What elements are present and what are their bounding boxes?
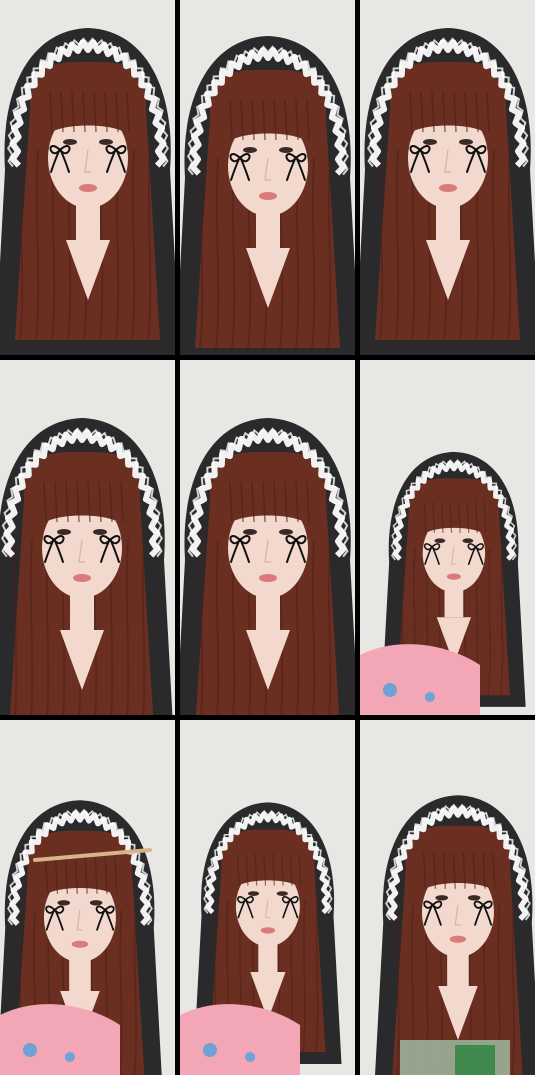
person — [180, 418, 355, 715]
neck — [256, 590, 280, 630]
neck — [69, 955, 91, 991]
neck — [70, 590, 94, 630]
left-eye — [57, 529, 71, 535]
right-eye — [89, 900, 103, 906]
left-eye — [435, 895, 449, 901]
person — [0, 28, 175, 355]
lips — [259, 192, 277, 200]
neck — [76, 200, 100, 240]
right-eye — [276, 891, 288, 896]
left-eye — [423, 139, 437, 145]
lips — [259, 574, 277, 582]
lips — [79, 184, 97, 192]
left-eye — [63, 139, 77, 145]
left-eye — [243, 147, 257, 153]
lips — [446, 573, 461, 580]
right-eye — [459, 139, 473, 145]
left-eye — [243, 529, 257, 535]
neck — [436, 200, 460, 240]
photo-frame-6 — [360, 360, 535, 715]
photo-frame-3 — [360, 0, 535, 355]
photo-frame-2 — [180, 0, 355, 355]
person — [180, 36, 355, 355]
photo-frame-5 — [180, 360, 355, 715]
photo-frame-1 — [0, 0, 175, 355]
photo-collage-grid — [0, 0, 535, 1075]
neck — [258, 940, 278, 972]
lips — [71, 940, 89, 948]
left-eye — [57, 900, 71, 906]
left-eye — [247, 891, 260, 896]
right-eye — [93, 529, 107, 535]
lips — [73, 574, 91, 582]
neck — [447, 950, 469, 986]
left-eye — [434, 538, 446, 544]
photo-frame-8 — [180, 720, 355, 1075]
lips — [449, 935, 467, 943]
photo-frame-7 — [0, 720, 175, 1075]
person — [375, 795, 535, 1075]
person — [0, 418, 173, 715]
right-eye — [279, 529, 293, 535]
right-eye — [99, 139, 113, 145]
person — [360, 28, 535, 355]
right-eye — [279, 147, 293, 153]
neck — [444, 586, 464, 618]
right-eye — [462, 538, 474, 544]
photo-frame-4 — [0, 360, 175, 715]
lips — [439, 184, 457, 192]
lips — [260, 927, 276, 934]
neck — [256, 208, 280, 248]
photo-frame-9 — [360, 720, 535, 1075]
right-eye — [467, 895, 481, 901]
green-bag — [400, 1040, 510, 1075]
